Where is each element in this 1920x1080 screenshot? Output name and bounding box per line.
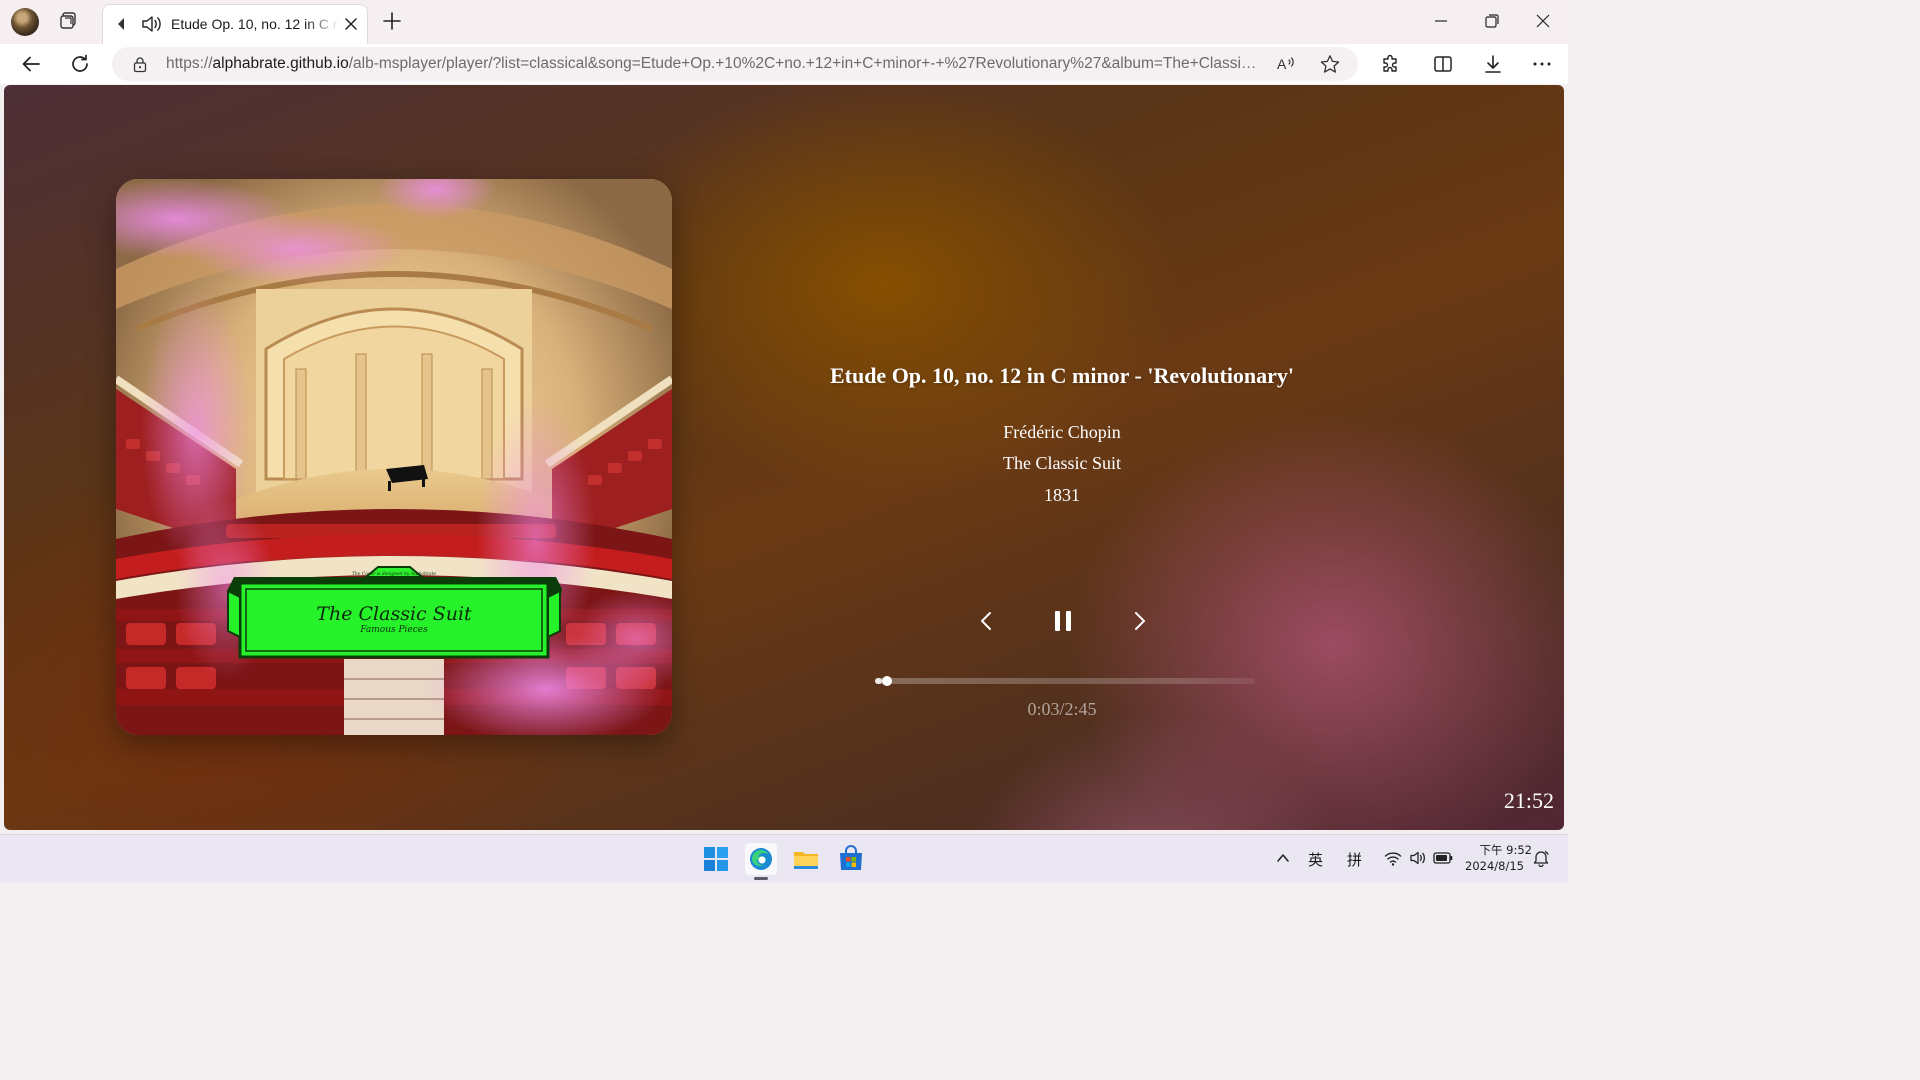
edge-icon[interactable] (745, 843, 777, 875)
taskbar: 英 拼 下午 9:52 2024/8/15 (0, 834, 1568, 882)
plus-icon[interactable] (381, 10, 403, 32)
pause-icon[interactable] (1050, 607, 1076, 635)
song-title: Etude Op. 10, no. 12 in C minor - 'Revol… (829, 363, 1295, 388)
close-icon[interactable] (343, 16, 359, 32)
url-host: alphabrate.github.io (212, 55, 349, 72)
ime-indicator[interactable]: 拼 (1347, 849, 1362, 870)
cover-credit: The Cover is designed by Alphabrate (351, 572, 437, 577)
wifi-icon[interactable] (1384, 849, 1402, 867)
concert-hall-artwork (116, 179, 672, 735)
active-app-indicator (754, 877, 768, 880)
release-year: 1831 (1044, 485, 1080, 505)
progress-fill (875, 678, 882, 684)
address-bar[interactable]: https://alphabrate.github.io/alb-msplaye… (112, 47, 1358, 81)
active-tab[interactable]: Etude Op. 10, no. 12 in C minor - 'Revol… (102, 4, 368, 44)
svg-text:A: A (1277, 56, 1287, 72)
chevron-left-icon[interactable] (115, 16, 129, 32)
battery-icon[interactable] (1433, 850, 1453, 866)
url-path: /alb-msplayer/player/?list=classical&son… (348, 55, 1262, 72)
microsoft-store-icon[interactable] (835, 843, 867, 875)
profile-avatar[interactable] (11, 8, 39, 36)
page-clock: 21:52 (1503, 788, 1554, 813)
language-indicator[interactable]: 英 (1308, 849, 1323, 870)
lock-icon[interactable] (132, 56, 148, 73)
music-player-page: The Cover is designed by Alphabrate The … (4, 85, 1564, 830)
system-time[interactable]: 下午 9:52 (1462, 842, 1532, 858)
arrow-left-icon[interactable] (20, 53, 42, 75)
chevron-up-icon[interactable] (1276, 851, 1290, 865)
star-icon[interactable] (1319, 54, 1341, 74)
cover-subtitle: Famous Pieces (360, 625, 428, 635)
progress-handle[interactable] (881, 676, 892, 686)
tab-title: Etude Op. 10, no. 12 in C minor - 'Revol… (171, 16, 339, 32)
url-scheme: https:// (166, 55, 213, 72)
more-icon[interactable] (1531, 53, 1553, 75)
chevron-right-icon[interactable] (1130, 607, 1150, 635)
artist-name: Frédéric Chopin (1003, 422, 1121, 442)
progress-slider[interactable] (875, 676, 1255, 686)
reload-icon[interactable] (69, 53, 91, 75)
window-close-icon[interactable] (1534, 12, 1552, 30)
album-cover: The Cover is designed by Alphabrate The … (116, 179, 672, 735)
puzzle-icon[interactable] (1380, 53, 1402, 75)
tab-strip: Etude Op. 10, no. 12 in C minor - 'Revol… (0, 0, 1568, 44)
url-text[interactable]: https://alphabrate.github.io/alb-msplaye… (166, 55, 1262, 75)
download-icon[interactable] (1482, 53, 1504, 75)
windows-start-icon[interactable] (700, 843, 732, 875)
split-screen-icon[interactable] (1432, 53, 1454, 75)
speaker-icon[interactable] (141, 14, 163, 34)
cover-title: The Classic Suit (316, 603, 472, 625)
restore-icon[interactable] (1483, 12, 1501, 30)
file-explorer-icon[interactable] (790, 843, 822, 875)
chevron-left-icon[interactable] (976, 607, 996, 635)
notification-bell-icon[interactable] (1532, 849, 1550, 867)
minimize-icon[interactable] (1432, 12, 1450, 30)
volume-icon[interactable] (1409, 849, 1427, 867)
address-bar-row: https://alphabrate.github.io/alb-msplaye… (0, 44, 1568, 84)
system-date[interactable]: 2024/8/15 (1462, 859, 1524, 873)
read-aloud-icon[interactable]: A (1276, 54, 1298, 74)
time-display: 0:03/2:45 (1027, 699, 1097, 719)
workspaces-icon[interactable] (58, 10, 80, 32)
album-name: The Classic Suit (1003, 453, 1121, 473)
song-info-panel: Etude Op. 10, no. 12 in C minor - 'Revol… (744, 85, 1380, 830)
